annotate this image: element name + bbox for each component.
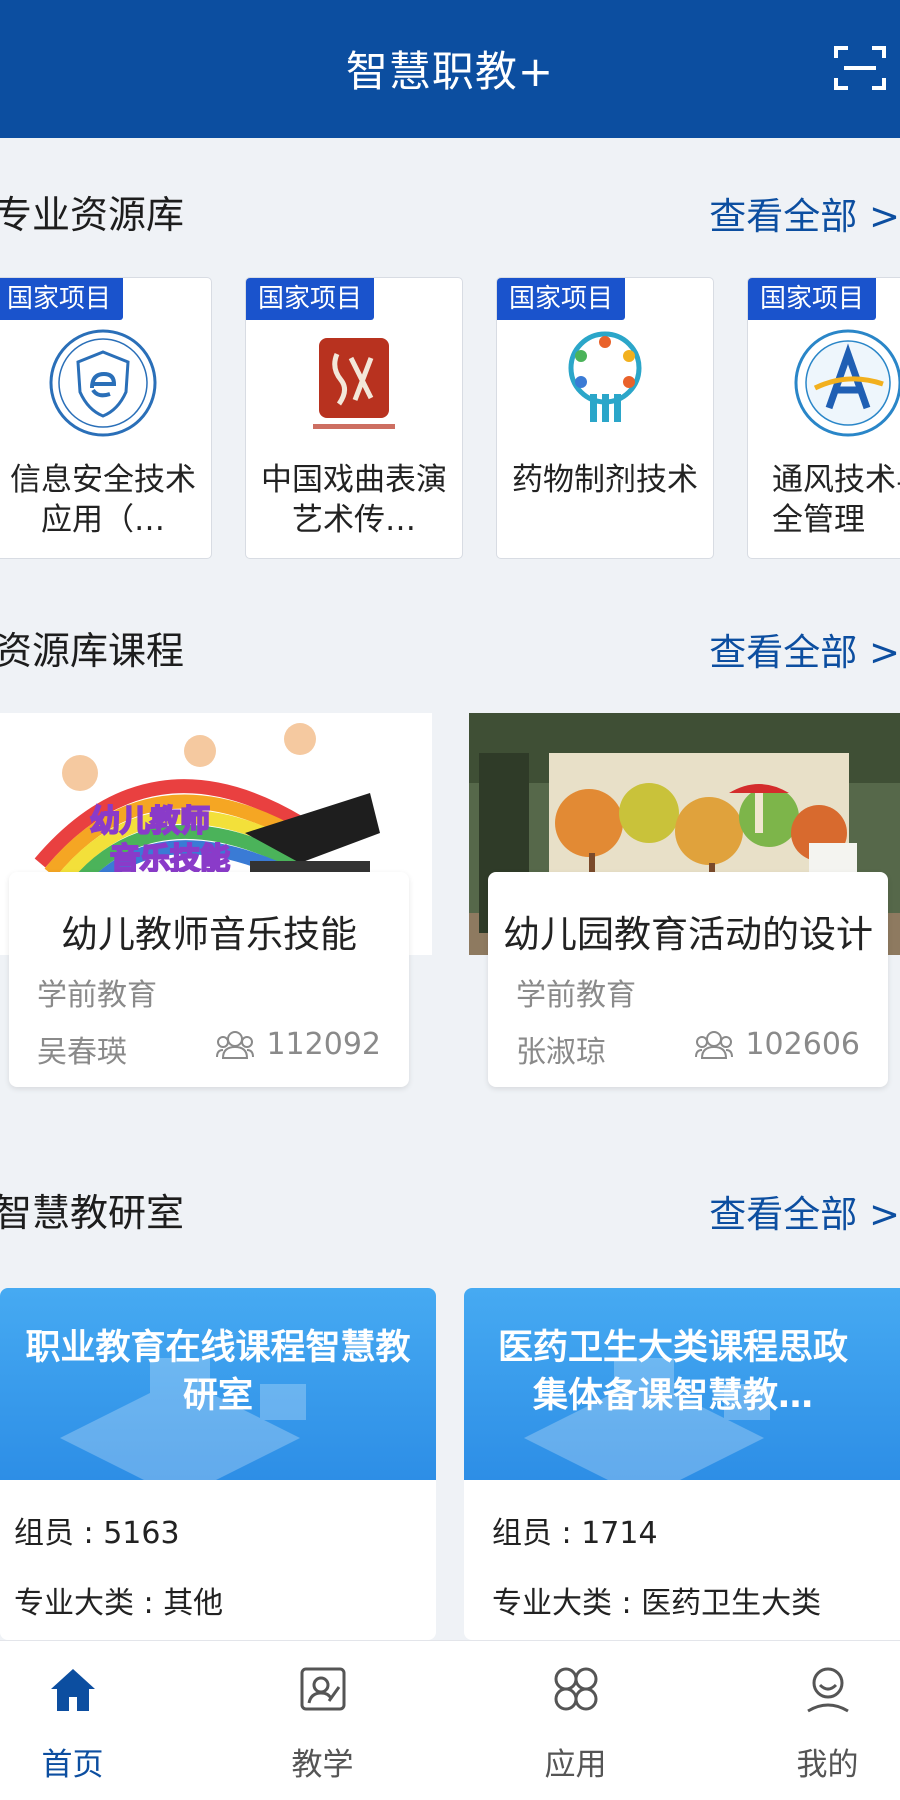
people-icon xyxy=(216,1030,255,1059)
view-all-courses-link[interactable]: 查看全部 > xyxy=(709,622,900,676)
user-icon xyxy=(806,1667,849,1713)
shield-e-logo-icon xyxy=(49,329,157,437)
lab-title: 医药卫生大类课程思政集体备课智慧教… xyxy=(497,1328,848,1416)
bottom-tab-bar: 首页 教学 应用 我的 xyxy=(0,1640,900,1800)
course-image-text: 幼儿教师 xyxy=(90,804,210,839)
national-project-badge: 国家项目 xyxy=(246,278,375,320)
resource-card[interactable]: 国家项目 信息安全技术应用（… xyxy=(0,277,212,559)
members-value: 5163 xyxy=(103,1516,180,1551)
category-value: 医药卫生大类 xyxy=(641,1586,822,1621)
members-value: 1714 xyxy=(581,1516,658,1551)
tab-label: 应用 xyxy=(544,1747,607,1783)
lab-members: 组员 : 5163 xyxy=(14,1508,180,1552)
members-label: 组员 : xyxy=(492,1516,582,1551)
course-title: 幼儿教师音乐技能 xyxy=(61,913,357,956)
resource-card[interactable]: 国家项目 中国戏曲表演艺术传… xyxy=(245,277,463,559)
national-project-badge: 国家项目 xyxy=(748,278,877,320)
resource-name: 信息安全技术应用（… xyxy=(10,462,196,538)
red-seal-logo-icon xyxy=(313,338,395,429)
scan-icon[interactable] xyxy=(834,44,886,92)
app-header: 智慧职教+ xyxy=(0,0,900,138)
apps-icon xyxy=(554,1667,597,1711)
lab-card[interactable]: 医药卫生大类课程思政集体备课智慧教… 组员 : 1714 专业大类 : 医药卫生… xyxy=(464,1288,900,1640)
ventilation-logo-icon xyxy=(794,329,900,437)
tab-label: 教学 xyxy=(291,1747,354,1783)
home-icon xyxy=(50,1669,95,1711)
learner-count: 112092 xyxy=(216,1027,381,1062)
people-icon xyxy=(695,1030,734,1059)
learner-count-value: 112092 xyxy=(266,1027,381,1062)
section-title-courses: 资源库课程 xyxy=(0,629,185,673)
resource-name: 中国戏曲表演艺术传… xyxy=(261,462,447,538)
tab-label: 我的 xyxy=(796,1747,859,1783)
category-label: 专业大类 : xyxy=(492,1586,642,1621)
resource-card[interactable]: 国家项目 通风技术与安全管理 xyxy=(747,277,900,559)
tab-teach[interactable]: 教学 xyxy=(210,1641,435,1800)
course-teacher: 吴春瑛 xyxy=(37,1035,127,1070)
lab-card[interactable]: 职业教育在线课程智慧教研室 组员 : 5163 专业大类 : 其他 xyxy=(0,1288,436,1640)
lab-banner: 职业教育在线课程智慧教研室 xyxy=(0,1288,436,1480)
lab-category: 专业大类 : 其他 xyxy=(14,1578,223,1622)
members-label: 组员 : xyxy=(14,1516,104,1551)
national-project-badge: 国家项目 xyxy=(497,278,626,320)
app-screen: 智慧职教+ 专业资源库 查看全部 > 国家项目 信息安全技术应用（… 国家项目 … xyxy=(0,0,900,1800)
lab-category: 专业大类 : 医药卫生大类 xyxy=(492,1578,821,1622)
lab-title: 职业教育在线课程智慧教研室 xyxy=(25,1328,411,1416)
learner-count-value: 102606 xyxy=(745,1027,860,1062)
section-title-labs: 智慧教研室 xyxy=(0,1191,185,1235)
pharma-logo-icon xyxy=(568,331,642,422)
category-value: 其他 xyxy=(163,1586,224,1621)
lab-members: 组员 : 1714 xyxy=(492,1508,658,1552)
resource-name: 药物制剂技术 xyxy=(512,462,698,498)
course-teacher: 张淑琼 xyxy=(516,1035,606,1070)
tab-apps[interactable]: 应用 xyxy=(463,1641,688,1800)
course-category: 学前教育 xyxy=(516,978,636,1013)
course-title: 幼儿园教育活动的设计 xyxy=(503,913,873,956)
view-all-resources-link[interactable]: 查看全部 > xyxy=(709,186,900,240)
app-title: 智慧职教+ xyxy=(345,47,555,96)
tab-mine[interactable]: 我的 xyxy=(715,1641,900,1800)
course-card[interactable]: 幼儿园教育活动的设计 学前教育 张淑琼 102606 xyxy=(488,872,888,1087)
category-label: 专业大类 : xyxy=(14,1586,164,1621)
section-title-resources: 专业资源库 xyxy=(0,193,185,237)
tab-label: 首页 xyxy=(41,1747,104,1783)
course-card[interactable]: 幼儿教师音乐技能 学前教育 吴春瑛 112092 xyxy=(9,872,409,1087)
course-category: 学前教育 xyxy=(37,978,157,1013)
resource-card[interactable]: 国家项目 药物制剂技术 xyxy=(496,277,714,559)
national-project-badge: 国家项目 xyxy=(0,278,124,320)
teach-icon xyxy=(300,1667,345,1711)
view-all-labs-link[interactable]: 查看全部 > xyxy=(709,1184,900,1238)
learner-count: 102606 xyxy=(695,1027,860,1062)
tab-home[interactable]: 首页 xyxy=(0,1641,185,1800)
lab-banner: 医药卫生大类课程思政集体备课智慧教… xyxy=(464,1288,900,1480)
resource-name: 通风技术与安全管理 xyxy=(772,462,900,538)
